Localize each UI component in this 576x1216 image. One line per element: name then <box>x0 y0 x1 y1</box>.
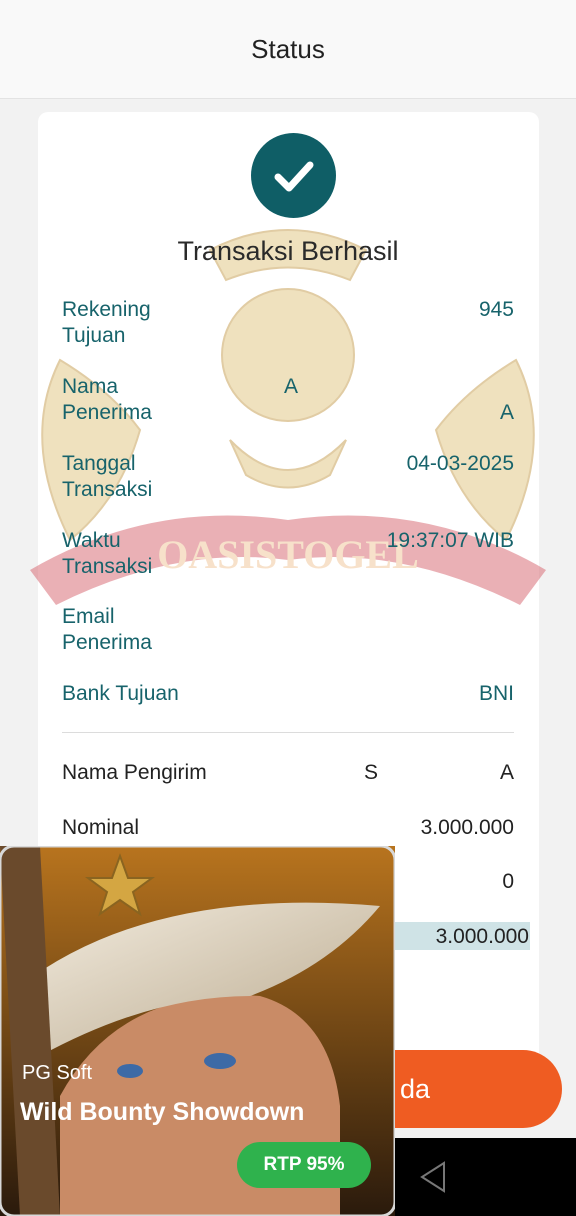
status-title: Transaksi Berhasil <box>177 236 399 266</box>
detail-label: Bank Tujuan <box>62 682 179 705</box>
detail-value: 19:37:07 WIB <box>386 529 514 552</box>
detail-label: Nama Penerima <box>62 375 152 424</box>
back-nav-icon[interactable] <box>418 1160 448 1194</box>
detail-label: Tanggal Transaksi <box>62 452 153 501</box>
detail-label: Email Penerima <box>62 605 152 654</box>
divider <box>62 732 514 733</box>
detail-value: BNI <box>478 682 514 705</box>
summary-value: 3.000.000 <box>435 925 529 948</box>
page-title: Status <box>251 33 325 64</box>
success-check-icon <box>251 133 336 218</box>
ad-provider: PG Soft <box>22 1062 93 1084</box>
detail-value: 04-03-2025 <box>406 452 514 475</box>
summary-value: 0 <box>502 870 514 893</box>
summary-value: A <box>499 761 514 784</box>
detail-label: Waktu Transaksi <box>62 529 153 578</box>
game-ad-overlay[interactable]: PG Soft Wild Bounty Showdown RTP 95% <box>0 846 395 1216</box>
detail-value: A <box>499 401 514 424</box>
summary-value: 3.000.000 <box>420 816 514 839</box>
detail-value: 945 <box>478 298 514 321</box>
rtp-badge[interactable]: RTP 95% <box>237 1142 371 1188</box>
summary-label: Nominal <box>62 816 140 839</box>
summary-label: Nama Pengirim <box>62 761 207 784</box>
app-bar: Status <box>0 0 576 99</box>
summary-mid-value: S <box>364 761 379 784</box>
detail-label: Rekening Tujuan <box>62 298 151 347</box>
ad-game-title: Wild Bounty Showdown <box>20 1098 305 1126</box>
detail-mid-value: A <box>284 375 299 398</box>
